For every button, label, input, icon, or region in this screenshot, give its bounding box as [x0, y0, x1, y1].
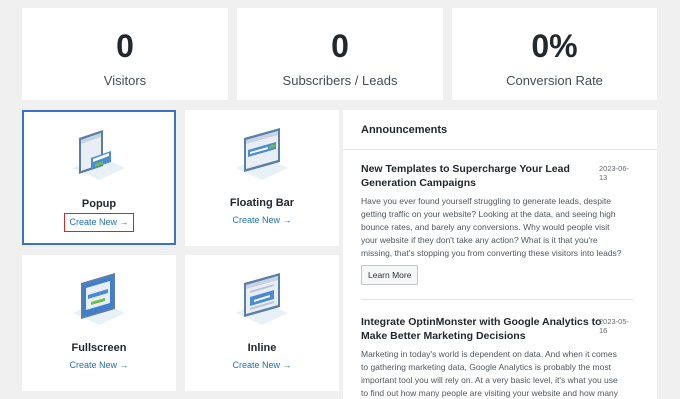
stat-label: Conversion Rate — [506, 73, 603, 88]
create-new-link-label[interactable]: Create New → — [69, 360, 128, 370]
announcement-divider — [361, 299, 633, 300]
announcement-title[interactable]: Integrate OptinMonster with Google Analy… — [361, 315, 609, 343]
campaign-card-popup[interactable]: Popup Create New → — [22, 110, 176, 245]
campaign-card-inline[interactable]: Inline Create New → — [185, 255, 339, 391]
announcement-item: New Templates to Supercharge Your Lead G… — [361, 162, 633, 296]
campaign-card-fullscreen[interactable]: Fullscreen Create New → — [22, 255, 176, 391]
stat-card-visitors: 0 Visitors — [22, 8, 228, 100]
create-new-inline-link[interactable]: Create New → — [185, 360, 339, 370]
create-new-floating-bar-link[interactable]: Create New → — [185, 215, 339, 225]
campaign-title: Inline — [247, 342, 277, 354]
stat-label: Subscribers / Leads — [282, 73, 398, 88]
fullscreen-illustration-icon — [73, 273, 125, 325]
campaign-card-floating-bar[interactable]: Floating Bar Create New → — [185, 110, 339, 246]
campaign-title: Popup — [81, 198, 117, 210]
campaign-title: Floating Bar — [229, 197, 295, 209]
campaign-title: Fullscreen — [71, 342, 127, 354]
announcement-item: Integrate OptinMonster with Google Analy… — [361, 315, 633, 399]
floating-bar-illustration-icon — [236, 128, 288, 180]
announcement-title[interactable]: New Templates to Supercharge Your Lead G… — [361, 162, 609, 190]
create-new-link-label[interactable]: Create New → — [232, 360, 291, 370]
create-new-link-label[interactable]: Create New → — [232, 215, 291, 225]
create-new-link-label[interactable]: Create New → — [64, 213, 134, 232]
stat-value: 0 — [331, 28, 349, 64]
stat-label: Visitors — [103, 73, 147, 88]
stat-card-conversion-rate: 0% Conversion Rate — [452, 8, 657, 100]
announcement-date: 2023-06-13 — [599, 164, 630, 182]
create-new-fullscreen-link[interactable]: Create New → — [22, 360, 176, 370]
announcements-heading: Announcements — [343, 110, 657, 150]
stat-value: 0% — [531, 28, 578, 64]
announcement-body: Marketing in today's world is dependent … — [361, 349, 619, 398]
learn-more-button[interactable]: Learn More — [361, 265, 419, 285]
announcement-body: Have you ever found yourself struggling … — [361, 196, 622, 271]
stat-value: 0 — [116, 28, 134, 64]
inline-illustration-icon — [236, 273, 288, 325]
create-new-popup-link[interactable]: Create New → — [24, 213, 174, 232]
announcements-panel: Announcements New Templates to Superchar… — [343, 110, 657, 399]
stat-card-subscribers: 0 Subscribers / Leads — [237, 8, 443, 100]
announcement-date: 2023-05-16 — [599, 317, 630, 335]
popup-illustration-icon — [73, 130, 125, 180]
